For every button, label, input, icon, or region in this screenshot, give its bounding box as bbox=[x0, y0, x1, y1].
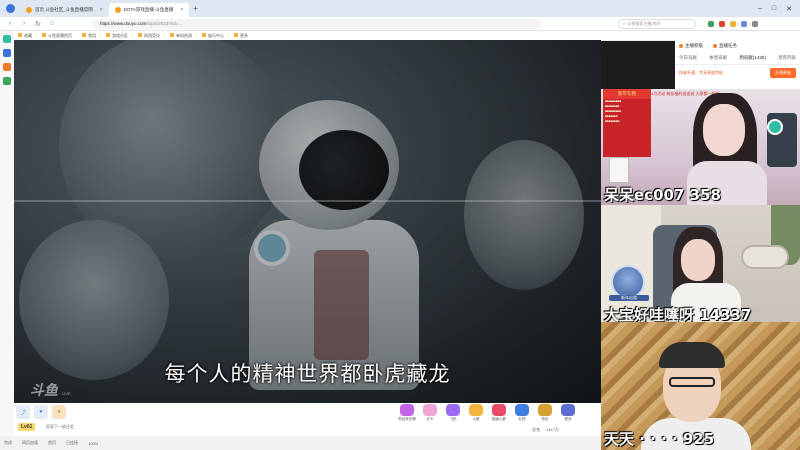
extension-icon[interactable] bbox=[741, 20, 747, 27]
contribution-panel: 主播积极 直播任务 今日贡献 本周贡献 周贡献(1425) 贵宾列表 快来开通，… bbox=[675, 40, 800, 91]
tab-bar: 首页 斗鱼社区_斗鱼直播官网 × DOTA游戏直播-斗鱼直播 × + – □ ✕ bbox=[0, 0, 800, 17]
vip-notice: 快来开通，专享贵族特权 bbox=[679, 70, 723, 75]
video-subtitle: 每个人的精神世界都卧虎藏龙 bbox=[164, 362, 451, 386]
bookmark-item[interactable]: 收藏 bbox=[18, 33, 32, 39]
level-progress-text: 距离下一级还差 bbox=[46, 424, 74, 429]
gift-item[interactable]: 更多 bbox=[559, 404, 577, 422]
star-badge-icon bbox=[611, 265, 645, 299]
gift-item[interactable]: 粉丝荧光棒 bbox=[398, 404, 416, 422]
gift-item[interactable]: 超级火箭 bbox=[490, 404, 508, 422]
event-poster: 新年礼物 ■■■■■■■■■ ■■■■■■■■ ■■■■■■■■■ ■■■■■■… bbox=[603, 89, 651, 157]
search-icon: ⌕ bbox=[623, 21, 626, 26]
reload-icon[interactable]: ↻ bbox=[34, 20, 42, 28]
url-field[interactable]: https://www.douyu.com /topic/2023?rid=..… bbox=[92, 18, 542, 29]
room-stats: 总充 1417万 bbox=[532, 427, 559, 432]
gift-item[interactable]: 飞机 bbox=[444, 404, 462, 422]
share-icon[interactable]: ⤴ bbox=[16, 405, 30, 419]
panel-header-item[interactable]: 主播积极 bbox=[679, 43, 703, 49]
user-level-badge: Lv61 bbox=[18, 423, 36, 431]
fans-badge-icon[interactable]: ★ bbox=[52, 405, 66, 419]
tab-live[interactable]: DOTA游戏直播-斗鱼直播 × bbox=[108, 3, 190, 17]
browser-window: 首页 斗鱼社区_斗鱼直播官网 × DOTA游戏直播-斗鱼直播 × + – □ ✕… bbox=[0, 0, 800, 450]
bookmark-item[interactable]: 单机热游 bbox=[170, 33, 192, 39]
microphone-shape bbox=[741, 245, 789, 269]
open-vip-button[interactable]: 开通贵族 bbox=[770, 68, 796, 78]
home-icon[interactable]: ⌂ bbox=[48, 20, 56, 27]
wechat-icon bbox=[767, 119, 783, 135]
toolbar-icons bbox=[708, 20, 758, 27]
douyu-favicon-icon bbox=[114, 7, 121, 13]
webcam-overlay-3: 天天 · · · · 925 bbox=[601, 322, 800, 450]
extension-icon[interactable] bbox=[708, 20, 714, 27]
gift-item[interactable]: 礼物 bbox=[513, 404, 531, 422]
close-tab-icon[interactable]: × bbox=[180, 7, 183, 13]
bookmark-item[interactable]: 网游竞技 bbox=[138, 33, 160, 39]
new-tab-icon[interactable]: + bbox=[193, 4, 198, 13]
bookmark-item[interactable]: 更多 bbox=[234, 33, 248, 39]
sidebar-app-icon[interactable] bbox=[3, 35, 11, 43]
douyu-favicon-icon bbox=[26, 7, 32, 13]
browser-logo-icon[interactable] bbox=[0, 0, 20, 17]
gift-bar: 粉丝荧光棒 办卡 飞机 火箭 超级火箭 礼物 背包 更多 bbox=[398, 404, 577, 422]
player-toolbar: ⤴ ♥ ★ Lv61 距离下一级还差 粉丝荧光棒 办卡 飞机 火箭 超级火箭 礼… bbox=[14, 403, 601, 436]
back-icon[interactable]: ‹ bbox=[6, 20, 14, 27]
bookmark-item[interactable]: 娱乐中心 bbox=[202, 33, 224, 39]
menu-icon[interactable] bbox=[752, 20, 758, 27]
video-player[interactable]: 斗鱼 LIVE 每个人的精神世界都卧虎藏龙 bbox=[14, 40, 601, 403]
sidebar-app-icon[interactable] bbox=[3, 49, 11, 57]
bookmark-item[interactable]: 斗鱼直播首页 bbox=[42, 33, 72, 39]
left-sidebar bbox=[0, 31, 14, 450]
cam-caption: 呆呆ec007 358 bbox=[604, 186, 721, 204]
panel-header-item[interactable]: 直播任务 bbox=[713, 43, 737, 49]
bookmark-item[interactable]: 常用 bbox=[82, 33, 96, 39]
gift-item[interactable]: 办卡 bbox=[421, 404, 439, 422]
sidebar-app-icon[interactable] bbox=[3, 77, 11, 85]
maximize-icon[interactable]: □ bbox=[772, 5, 776, 13]
gift-item[interactable]: 背包 bbox=[536, 404, 554, 422]
forward-icon[interactable]: › bbox=[20, 20, 28, 27]
status-bar: 完成 网页加速 首页 已连接 100% bbox=[0, 436, 601, 450]
document-icon bbox=[609, 157, 629, 183]
webcam-overlay-1: 新年礼物 ■■■■■■■■■ ■■■■■■■■ ■■■■■■■■■ ■■■■■■… bbox=[601, 89, 800, 205]
close-tab-icon[interactable]: × bbox=[100, 7, 103, 13]
window-controls: – □ ✕ bbox=[758, 5, 800, 13]
tab-home[interactable]: 首页 斗鱼社区_斗鱼直播官网 × bbox=[20, 3, 109, 17]
toolbar-left-actions: ⤴ ♥ ★ bbox=[16, 405, 66, 419]
webcam-overlay-2: 新年出道 大宝好哇噻呀 14337 bbox=[601, 205, 800, 322]
gift-item[interactable]: 火箭 bbox=[467, 404, 485, 422]
extension-icon[interactable] bbox=[719, 20, 725, 27]
extension-icon[interactable] bbox=[730, 20, 736, 27]
address-bar: ‹ › ↻ ⌂ https://www.douyu.com /topic/202… bbox=[0, 17, 800, 31]
cam-caption: 天天 · · · · 925 bbox=[604, 430, 715, 448]
tab-daily[interactable]: 今日贡献 bbox=[679, 55, 697, 61]
cam-caption: 大宝好哇噻呀 14337 bbox=[604, 306, 752, 322]
close-window-icon[interactable]: ✕ bbox=[786, 5, 792, 13]
bookmark-item[interactable]: 游戏分区 bbox=[106, 33, 128, 39]
minimize-icon[interactable]: – bbox=[758, 5, 762, 13]
follow-icon[interactable]: ♥ bbox=[34, 405, 48, 419]
tab-vip[interactable]: 贵宾列表 bbox=[778, 55, 796, 61]
tab-week-contrib[interactable]: 周贡献(1425) bbox=[739, 55, 766, 61]
tab-weekly[interactable]: 本周贡献 bbox=[709, 55, 727, 61]
search-input[interactable]: ⌕ 斗鱼搜索主播/房间 bbox=[618, 18, 696, 29]
sidebar-app-icon[interactable] bbox=[3, 63, 11, 71]
